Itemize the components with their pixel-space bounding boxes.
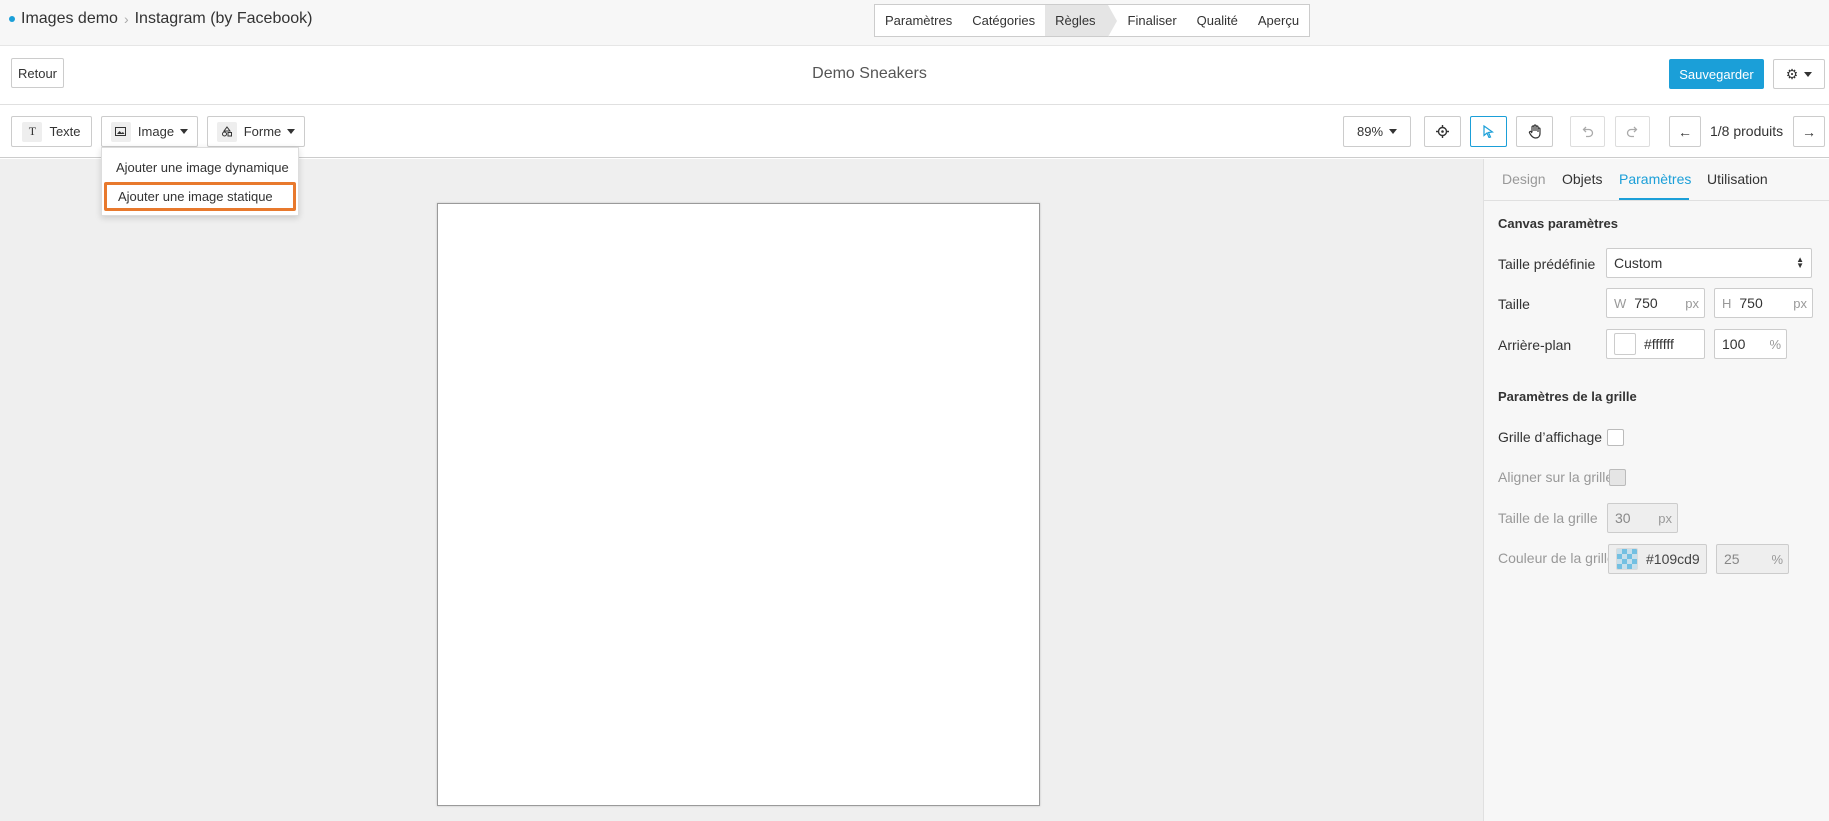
step-navigation: Paramètres Catégories Règles Finaliser Q… bbox=[874, 4, 1311, 37]
height-unit: px bbox=[1793, 295, 1807, 311]
height-prefix: H bbox=[1722, 295, 1732, 311]
preset-size-value: Custom bbox=[1614, 255, 1663, 271]
tab-design[interactable]: Design bbox=[1502, 171, 1546, 187]
menu-item-add-static-image[interactable]: Ajouter une image statique bbox=[104, 182, 296, 211]
step-parametres[interactable]: Paramètres bbox=[875, 5, 962, 36]
step-apercu[interactable]: Aperçu bbox=[1248, 5, 1309, 36]
gear-icon: ⚙ bbox=[1785, 65, 1799, 82]
chevron-right-icon: › bbox=[123, 11, 129, 27]
background-color-swatch[interactable] bbox=[1614, 333, 1636, 355]
breadcrumb-item-channel[interactable]: Instagram (by Facebook) bbox=[135, 10, 313, 28]
previous-product-button[interactable]: ← bbox=[1669, 116, 1701, 147]
chevron-down-icon bbox=[1804, 71, 1813, 77]
crosshair-icon bbox=[1436, 125, 1449, 138]
step-qualite[interactable]: Qualité bbox=[1187, 5, 1248, 36]
grid-color-label: Couleur de la grille bbox=[1498, 550, 1615, 566]
width-prefix: W bbox=[1614, 295, 1627, 311]
page-title: Demo Sneakers bbox=[812, 65, 927, 82]
center-view-button[interactable] bbox=[1424, 116, 1461, 147]
size-label: Taille bbox=[1498, 296, 1530, 312]
save-button[interactable]: Sauvegarder bbox=[1669, 59, 1764, 89]
grid-size-input[interactable]: 30 px bbox=[1607, 503, 1678, 533]
grid-opacity-value: 25 bbox=[1724, 551, 1740, 567]
height-input[interactable]: H 750 px bbox=[1714, 288, 1813, 318]
snap-to-grid-checkbox[interactable] bbox=[1609, 469, 1626, 486]
grid-settings-title: Paramètres de la grille bbox=[1498, 389, 1637, 404]
background-color-input[interactable]: #ffffff bbox=[1606, 329, 1705, 359]
grid-color-value: #109cd9 bbox=[1646, 551, 1700, 567]
chevron-down-icon bbox=[180, 129, 189, 134]
settings-menu-button[interactable]: ⚙ bbox=[1773, 59, 1825, 89]
product-pagination: 1/8 produits bbox=[1710, 123, 1784, 139]
show-grid-checkbox[interactable] bbox=[1607, 429, 1624, 446]
grid-color-swatch[interactable] bbox=[1616, 548, 1638, 570]
background-opacity-value: 100 bbox=[1722, 336, 1746, 352]
background-color-value: #ffffff bbox=[1644, 336, 1674, 352]
add-text-label: Texte bbox=[49, 124, 81, 139]
width-unit: px bbox=[1685, 295, 1699, 311]
arrow-right-icon: → bbox=[1802, 123, 1816, 140]
preset-size-select[interactable]: Custom ▲ ▼ bbox=[1606, 248, 1812, 278]
cursor-icon bbox=[1483, 125, 1494, 138]
shapes-icon bbox=[216, 121, 237, 142]
add-image-label: Image bbox=[137, 124, 175, 139]
panel-tabs: Design Objets Paramètres Utilisation bbox=[1484, 159, 1829, 201]
arrow-left-icon: ← bbox=[1678, 123, 1692, 140]
image-icon bbox=[110, 121, 131, 142]
tab-parametres[interactable]: Paramètres bbox=[1619, 171, 1691, 187]
properties-panel: Design Objets Paramètres Utilisation Can… bbox=[1483, 159, 1829, 821]
menu-item-add-dynamic-image[interactable]: Ajouter une image dynamique bbox=[102, 153, 298, 182]
add-image-button[interactable]: Image bbox=[101, 116, 198, 147]
step-finaliser[interactable]: Finaliser bbox=[1108, 5, 1187, 36]
add-text-button[interactable]: T Texte bbox=[11, 116, 92, 147]
width-value: 750 bbox=[1634, 295, 1658, 311]
pan-tool-button[interactable] bbox=[1516, 116, 1553, 147]
status-dot bbox=[9, 16, 15, 22]
editor-header: Retour Demo Sneakers Sauvegarder ⚙ bbox=[0, 47, 1829, 105]
background-opacity-input[interactable]: 100 % bbox=[1714, 329, 1787, 359]
grid-size-unit: px bbox=[1658, 510, 1672, 526]
add-shape-label: Forme bbox=[243, 124, 282, 139]
active-tab-indicator bbox=[1619, 198, 1689, 200]
undo-icon bbox=[1582, 126, 1594, 138]
redo-button[interactable] bbox=[1615, 116, 1650, 147]
zoom-value: 89% bbox=[1356, 124, 1384, 139]
breadcrumb: Images demo › Instagram (by Facebook) bbox=[9, 10, 312, 28]
preset-size-label: Taille prédéfinie bbox=[1498, 256, 1596, 272]
show-grid-label: Grille d’affichage bbox=[1498, 429, 1603, 445]
top-bar: Images demo › Instagram (by Facebook) Pa… bbox=[0, 0, 1829, 46]
design-canvas[interactable] bbox=[437, 203, 1040, 806]
canvas-settings-title: Canvas paramètres bbox=[1498, 216, 1618, 231]
tab-objets[interactable]: Objets bbox=[1562, 171, 1602, 187]
step-regles[interactable]: Règles bbox=[1045, 5, 1118, 37]
grid-size-value: 30 bbox=[1615, 510, 1631, 526]
background-label: Arrière-plan bbox=[1498, 337, 1572, 353]
select-arrows-icon: ▲ ▼ bbox=[1796, 255, 1804, 270]
grid-opacity-input[interactable]: 25 % bbox=[1716, 544, 1789, 574]
snap-to-grid-label: Aligner sur la grille bbox=[1498, 469, 1614, 485]
chevron-down-icon bbox=[287, 129, 296, 134]
percent-unit: % bbox=[1771, 551, 1783, 567]
next-product-button[interactable]: → bbox=[1793, 116, 1825, 147]
hand-icon bbox=[1528, 124, 1541, 139]
grid-size-label: Taille de la grille bbox=[1498, 510, 1598, 526]
add-shape-button[interactable]: Forme bbox=[207, 116, 305, 147]
text-icon: T bbox=[22, 121, 43, 142]
select-tool-button[interactable] bbox=[1470, 116, 1507, 147]
tab-utilisation[interactable]: Utilisation bbox=[1707, 171, 1768, 187]
width-input[interactable]: W 750 px bbox=[1606, 288, 1705, 318]
image-dropdown-menu: Ajouter une image dynamique Ajouter une … bbox=[101, 147, 299, 216]
zoom-select[interactable]: 89% bbox=[1343, 116, 1411, 147]
percent-unit: % bbox=[1769, 336, 1781, 352]
redo-icon bbox=[1626, 126, 1638, 138]
breadcrumb-item-project[interactable]: Images demo bbox=[21, 10, 118, 28]
undo-button[interactable] bbox=[1570, 116, 1605, 147]
height-value: 750 bbox=[1739, 295, 1763, 311]
grid-color-input[interactable]: #109cd9 bbox=[1608, 544, 1707, 574]
chevron-down-icon bbox=[1389, 129, 1398, 134]
step-categories[interactable]: Catégories bbox=[962, 5, 1045, 36]
canvas-workspace[interactable] bbox=[0, 159, 1483, 821]
